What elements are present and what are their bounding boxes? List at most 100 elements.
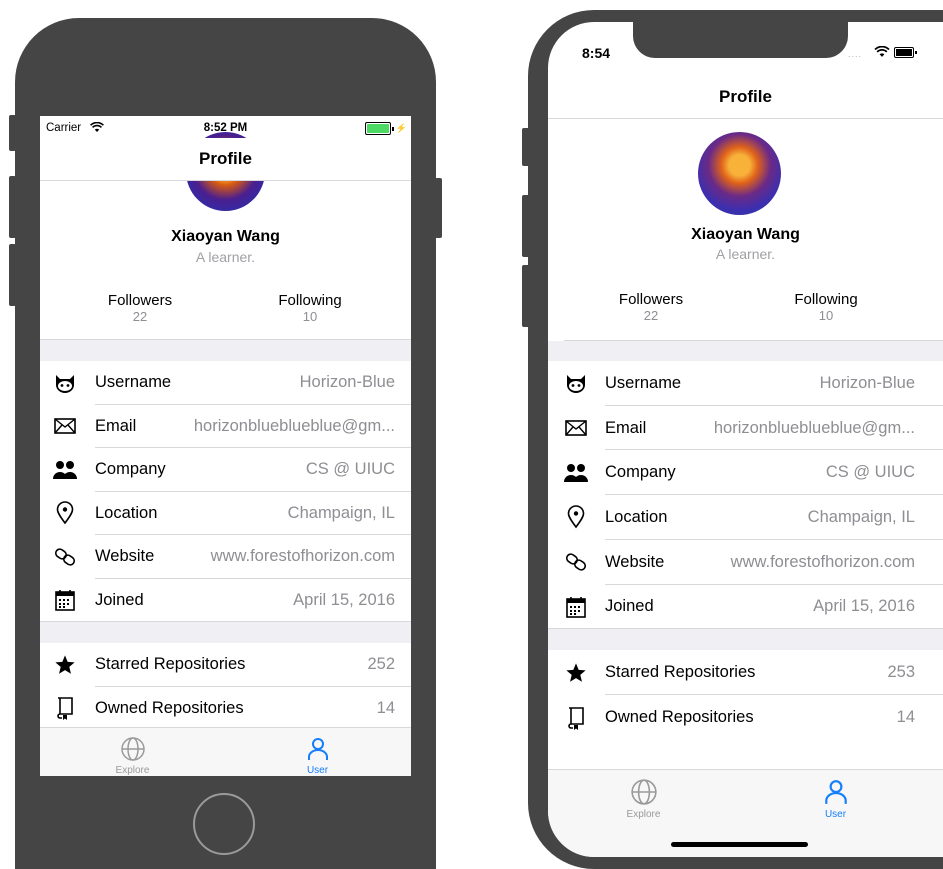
user-icon [824, 780, 847, 804]
following-label: Following [278, 292, 342, 309]
page-title-overlay: Profile [199, 149, 252, 168]
row-label: Email [605, 418, 647, 437]
user-bio: A learner. [715, 246, 776, 262]
tab-user[interactable]: User [275, 736, 360, 776]
user-bio: A learner. [195, 249, 256, 265]
people-icon [52, 448, 78, 492]
star-icon [52, 643, 78, 687]
calendar-icon [52, 579, 78, 623]
row-label: Owned Repositories [605, 708, 754, 726]
row-value: CS @ UIUC [305, 460, 395, 479]
tab-user-label: User [306, 765, 329, 776]
home-button[interactable] [193, 793, 255, 855]
tab-explore[interactable]: Explore [601, 778, 686, 820]
row-label: Owned Repositories [95, 698, 244, 717]
row-value: Horizon-Blue [299, 373, 395, 392]
octocat-icon [52, 361, 78, 405]
list-item[interactable]: Email horizonblueblueblue@gm... [548, 406, 943, 451]
following-label: Following [794, 291, 858, 308]
row-label: Joined [605, 597, 654, 616]
calendar-icon [563, 585, 589, 630]
row-value: Champaign, IL [807, 507, 915, 526]
status-bar: 8:54 .... [548, 44, 943, 62]
tab-bar: Explore User [548, 769, 943, 857]
octocat-icon [563, 361, 589, 406]
list-item[interactable]: Website www.forestofhorizon.com [548, 540, 943, 585]
list-item[interactable]: Joined April 15, 2016 [40, 579, 411, 623]
row-value: horizonblueblueblue@gm... [193, 416, 395, 435]
row-label: Starred Repositories [605, 663, 756, 681]
tab-bar: Explore User [40, 727, 411, 776]
list-item[interactable]: Starred Repositories 253 [548, 650, 943, 695]
envelope-icon [52, 405, 78, 449]
list-item[interactable]: Joined April 15, 2016 [548, 585, 943, 630]
row-value: www.forestofhorizon.com [730, 552, 915, 571]
link-icon [563, 540, 589, 585]
repo-book-icon [563, 695, 589, 740]
list-item[interactable]: Company CS @ UIUC [40, 448, 411, 492]
list-item[interactable]: Starred Repositories 252 [40, 643, 411, 687]
followers-label: Followers [618, 291, 684, 308]
list-item[interactable]: Location Champaign, IL [40, 492, 411, 536]
tab-explore[interactable]: Explore [90, 736, 175, 776]
list-item[interactable]: Website www.forestofhorizon.com [40, 535, 411, 579]
row-label: Joined [95, 590, 144, 609]
row-value: 253 [887, 663, 915, 681]
followers-stat[interactable]: Followers 22 [90, 292, 190, 324]
location-pin-icon [563, 495, 589, 540]
row-value: horizonblueblueblue@gm... [713, 418, 915, 437]
user-name: Xiaoyan Wang [171, 228, 280, 245]
row-value: CS @ UIUC [825, 463, 915, 482]
list-item[interactable]: Owned Repositories 14 [40, 687, 411, 731]
signal-icon: .... [848, 49, 863, 59]
row-value: 252 [367, 655, 395, 674]
row-label: Location [605, 507, 668, 526]
list-item[interactable]: Owned Repositories 14 [548, 695, 943, 740]
wifi-icon [874, 46, 890, 57]
right-phone-screen: 8:54 .... Profile Xiaoyan Wang A learner… [548, 22, 943, 857]
tab-user-label: User [824, 809, 847, 820]
following-count: 10 [302, 309, 318, 324]
followers-label: Followers [107, 292, 173, 309]
battery-icon: ⚡ [364, 122, 407, 135]
row-value: 14 [376, 698, 395, 717]
row-label: Starred Repositories [95, 655, 246, 674]
row-label: Website [95, 547, 155, 566]
list-item[interactable]: Company CS @ UIUC [548, 450, 943, 495]
row-label: Email [95, 416, 137, 435]
section-gap [40, 340, 411, 361]
row-value: April 15, 2016 [293, 590, 395, 609]
location-pin-icon [52, 492, 78, 536]
following-stat[interactable]: Following 10 [260, 292, 360, 324]
left-phone-screen: Carrier 8:52 PM ⚡ Profile Profile Xiaoya… [40, 116, 411, 776]
section-gap [548, 629, 943, 650]
list-item[interactable]: Location Champaign, IL [548, 495, 943, 540]
followers-count: 22 [132, 309, 148, 324]
followers-count: 22 [643, 308, 659, 323]
status-time: 8:54 [582, 45, 611, 61]
repo-book-icon [52, 687, 78, 731]
star-icon [563, 650, 589, 695]
people-icon [563, 450, 589, 495]
row-label: Company [95, 460, 166, 479]
user-name: Xiaoyan Wang [691, 226, 800, 243]
section-gap [40, 622, 411, 643]
followers-stat[interactable]: Followers 22 [601, 291, 701, 323]
tab-explore-label: Explore [626, 809, 661, 820]
following-stat[interactable]: Following 10 [776, 291, 876, 323]
row-value: Champaign, IL [287, 503, 395, 522]
following-count: 10 [818, 308, 834, 323]
list-item[interactable]: Username Horizon-Blue [548, 361, 943, 406]
battery-icon [894, 47, 917, 58]
row-value: April 15, 2016 [813, 597, 915, 616]
globe-icon [630, 779, 657, 805]
envelope-icon [563, 406, 589, 451]
row-label: Location [95, 503, 158, 522]
tab-user[interactable]: User [793, 778, 878, 820]
tab-explore-label: Explore [115, 765, 150, 776]
page-title: Profile [719, 87, 772, 106]
section-gap [548, 341, 943, 361]
row-value: www.forestofhorizon.com [210, 547, 395, 566]
list-item[interactable]: Email horizonblueblueblue@gm... [40, 405, 411, 449]
list-item[interactable]: Username Horizon-Blue [40, 361, 411, 405]
